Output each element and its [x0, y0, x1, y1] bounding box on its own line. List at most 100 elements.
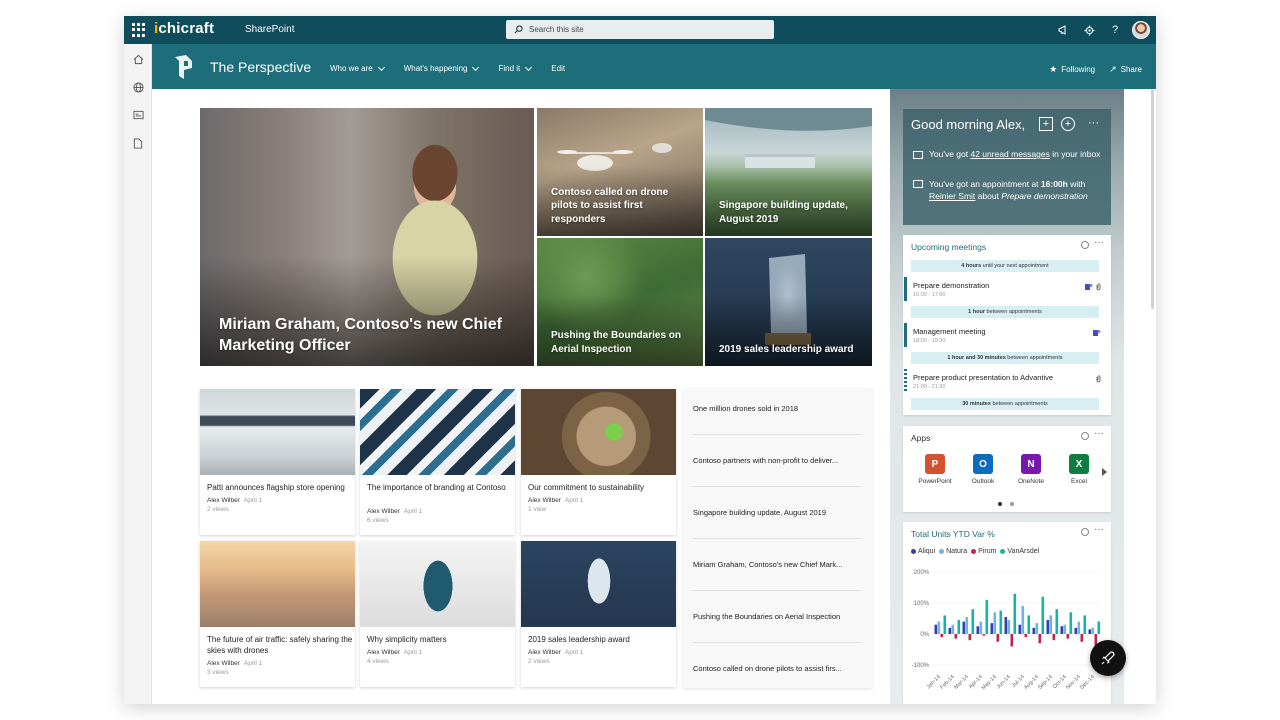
rocket-button[interactable]: [1090, 640, 1126, 676]
meeting-title[interactable]: Management meeting: [913, 327, 986, 336]
bar[interactable]: [985, 599, 989, 634]
bar[interactable]: [976, 626, 980, 634]
nav-edit[interactable]: Edit: [551, 64, 565, 73]
meeting-title[interactable]: Prepare product presentation to Advantiv…: [913, 373, 1053, 382]
help-icon[interactable]: ?: [1102, 16, 1128, 44]
bar[interactable]: [1010, 634, 1014, 647]
app-powerpoint[interactable]: P PowerPoint: [911, 454, 959, 485]
bar[interactable]: [999, 610, 1003, 634]
news-card[interactable]: 2019 sales leadership award Alex Wilber A…: [521, 541, 676, 687]
app-excel[interactable]: X Excel: [1055, 454, 1103, 485]
attachment-icon[interactable]: [1096, 283, 1101, 293]
bar[interactable]: [1074, 627, 1078, 634]
app-onenote[interactable]: N OneNote: [1007, 454, 1055, 485]
teams-icon[interactable]: [1084, 283, 1093, 293]
nav-whats-happening[interactable]: What's happening: [404, 63, 480, 73]
news-headline[interactable]: Contoso called on drone pilots to assist…: [693, 664, 861, 673]
unread-messages-link[interactable]: 42 unread messages: [970, 149, 1049, 159]
bar[interactable]: [1021, 606, 1025, 634]
bar[interactable]: [1077, 621, 1081, 634]
bar[interactable]: [1088, 629, 1092, 634]
bar[interactable]: [1052, 634, 1056, 641]
news-card[interactable]: Patti announces flagship store opening A…: [200, 389, 355, 535]
bar[interactable]: [940, 634, 944, 638]
nav-find-it[interactable]: Find it: [498, 63, 533, 73]
share-button[interactable]: ↗ Share: [1109, 64, 1142, 75]
news-headline[interactable]: Contoso partners with non-profit to deli…: [693, 456, 861, 465]
home-icon[interactable]: [131, 52, 145, 66]
app-outlook[interactable]: O Outlook: [959, 454, 1007, 485]
chevron-right-icon[interactable]: [1102, 468, 1107, 476]
bar[interactable]: [1013, 593, 1017, 634]
legend-item[interactable]: Natura: [939, 548, 967, 555]
site-title[interactable]: The Perspective: [210, 59, 311, 75]
more-icon[interactable]: ···: [1094, 237, 1104, 248]
add-circle-icon[interactable]: +: [1061, 117, 1075, 131]
legend-item[interactable]: VanArsdel: [1000, 548, 1039, 555]
legend-item[interactable]: Aliqui: [911, 548, 935, 555]
bar[interactable]: [996, 634, 1000, 642]
add-item-icon[interactable]: +: [1039, 117, 1053, 131]
hero-tile[interactable]: Pushing the Boundaries on Aerial Inspect…: [537, 238, 703, 366]
bar[interactable]: [954, 634, 958, 639]
bar[interactable]: [1049, 615, 1053, 634]
contact-link[interactable]: Reinier Smit: [929, 191, 975, 201]
news-card[interactable]: Our commitment to sustainability Alex Wi…: [521, 389, 676, 535]
bar[interactable]: [979, 621, 983, 634]
more-icon[interactable]: ···: [1094, 524, 1104, 535]
bar[interactable]: [965, 616, 969, 634]
settings-icon[interactable]: [1081, 241, 1089, 249]
bar[interactable]: [1083, 615, 1087, 634]
news-icon[interactable]: [131, 108, 145, 122]
bar[interactable]: [1032, 627, 1036, 634]
news-card[interactable]: The importance of branding at Contoso Al…: [360, 389, 515, 535]
meeting-title[interactable]: Prepare demonstration: [913, 281, 989, 290]
bar[interactable]: [1007, 620, 1011, 634]
hero-main-story[interactable]: Miriam Graham, Contoso's new Chief Marke…: [200, 108, 534, 366]
bar[interactable]: [968, 634, 972, 641]
bar[interactable]: [948, 627, 952, 634]
bar[interactable]: [1091, 627, 1095, 634]
bar[interactable]: [982, 634, 986, 636]
carousel-dot[interactable]: [998, 502, 1002, 506]
hero-tile[interactable]: Singapore building update, August 2019: [705, 108, 872, 236]
bar[interactable]: [1027, 615, 1031, 634]
bar[interactable]: [1060, 626, 1064, 634]
bar[interactable]: [937, 621, 941, 634]
hero-tile[interactable]: Contoso called on drone pilots to assist…: [537, 108, 703, 236]
bar[interactable]: [962, 621, 966, 634]
carousel-dot[interactable]: [1010, 502, 1014, 506]
bar[interactable]: [971, 609, 975, 634]
bar[interactable]: [1069, 612, 1073, 634]
settings-icon[interactable]: [1081, 528, 1089, 536]
attachment-icon[interactable]: [1096, 375, 1101, 385]
bar[interactable]: [993, 612, 997, 634]
document-icon[interactable]: [131, 136, 145, 150]
nav-who-we-are[interactable]: Who we are: [330, 63, 385, 73]
more-icon[interactable]: ···: [1094, 428, 1104, 439]
bar[interactable]: [1063, 624, 1067, 634]
bar[interactable]: [1080, 634, 1084, 642]
news-headline[interactable]: One million drones sold in 2018: [693, 404, 861, 413]
legend-item[interactable]: Pirum: [971, 548, 996, 555]
company-logo[interactable]: ichicraft: [154, 20, 214, 37]
scrollbar[interactable]: [1151, 89, 1154, 309]
bar[interactable]: [1097, 621, 1101, 634]
waffle-icon[interactable]: [132, 23, 146, 37]
bar[interactable]: [957, 620, 961, 634]
bar[interactable]: [934, 624, 938, 634]
bar[interactable]: [1041, 596, 1045, 634]
bar[interactable]: [943, 615, 947, 634]
news-card[interactable]: The future of air traffic: safely sharin…: [200, 541, 355, 687]
bar[interactable]: [1024, 634, 1028, 638]
following-button[interactable]: ★ Following: [1049, 64, 1095, 75]
bar[interactable]: [1066, 634, 1070, 639]
site-logo[interactable]: [172, 53, 196, 81]
bar[interactable]: [990, 623, 994, 634]
more-icon[interactable]: ···: [1088, 117, 1099, 129]
teams-icon[interactable]: [1092, 329, 1101, 339]
news-card[interactable]: Why simplicity matters Alex Wilber April …: [360, 541, 515, 687]
bar[interactable]: [1046, 620, 1050, 634]
bar[interactable]: [1035, 623, 1039, 634]
bar[interactable]: [1038, 634, 1042, 644]
